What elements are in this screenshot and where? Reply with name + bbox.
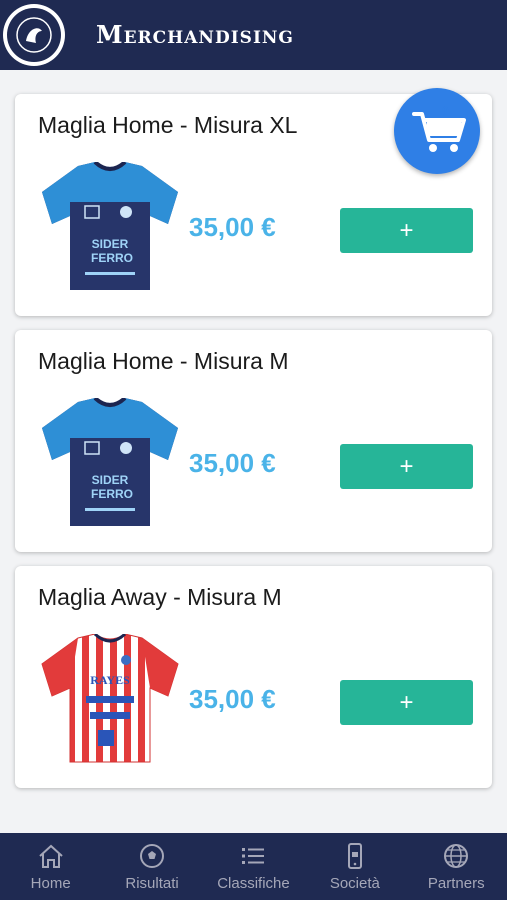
nav-item-classifiche[interactable]: Classifiche xyxy=(203,833,304,892)
away-jersey-image: RAYES xyxy=(41,634,179,763)
home-icon xyxy=(39,844,63,868)
nav-item-partners[interactable]: Partners xyxy=(406,833,507,892)
bottom-navigation: Home Risultati Classifiche Società Partn… xyxy=(0,833,507,900)
globe-icon xyxy=(444,844,469,868)
soccer-ball-icon xyxy=(140,844,165,868)
product-card: Maglia Home - Misura M SIDER FERRO 35,00… xyxy=(15,330,492,552)
home-jersey-image: SIDER FERRO xyxy=(42,398,178,526)
svg-text:FERRO: FERRO xyxy=(91,487,133,501)
nav-label: Classifiche xyxy=(217,875,290,892)
phone-icon xyxy=(347,843,362,869)
shopping-cart-icon xyxy=(412,112,466,152)
nav-label: Partners xyxy=(427,875,485,892)
svg-text:FERRO: FERRO xyxy=(91,251,133,265)
nav-item-societa[interactable]: Società xyxy=(304,833,405,892)
nav-item-risultati[interactable]: Risultati xyxy=(102,833,203,892)
page-title: Merchandising xyxy=(96,20,294,49)
add-to-cart-button[interactable]: + xyxy=(340,444,473,489)
nav-label: Società xyxy=(329,875,380,892)
crest-icon xyxy=(16,17,52,53)
club-logo[interactable] xyxy=(3,4,65,66)
nav-label: Risultati xyxy=(125,875,179,892)
product-name: Maglia Home - Misura XL xyxy=(38,112,298,138)
nav-label: Home xyxy=(30,875,71,892)
svg-text:RAYES: RAYES xyxy=(90,673,130,687)
product-card: Maglia Away - Misura M RAYES 35,00 € + xyxy=(15,566,492,788)
product-price: 35,00 € xyxy=(189,212,276,242)
svg-text:SIDER: SIDER xyxy=(92,237,129,251)
product-name: Maglia Home - Misura M xyxy=(38,348,289,374)
add-to-cart-button[interactable]: + xyxy=(340,208,473,253)
product-price: 35,00 € xyxy=(189,448,276,478)
svg-text:SIDER: SIDER xyxy=(92,473,129,487)
cart-button[interactable]: 0 xyxy=(394,88,494,174)
cart-count-badge: 0 xyxy=(442,104,449,118)
product-name: Maglia Away - Misura M xyxy=(38,584,282,610)
app-header: Merchandising xyxy=(0,0,507,70)
product-price: 35,00 € xyxy=(189,684,276,714)
nav-item-home[interactable]: Home xyxy=(0,833,101,892)
list-icon xyxy=(242,848,265,864)
add-to-cart-button[interactable]: + xyxy=(340,680,473,725)
home-jersey-image: SIDER FERRO xyxy=(42,162,178,290)
